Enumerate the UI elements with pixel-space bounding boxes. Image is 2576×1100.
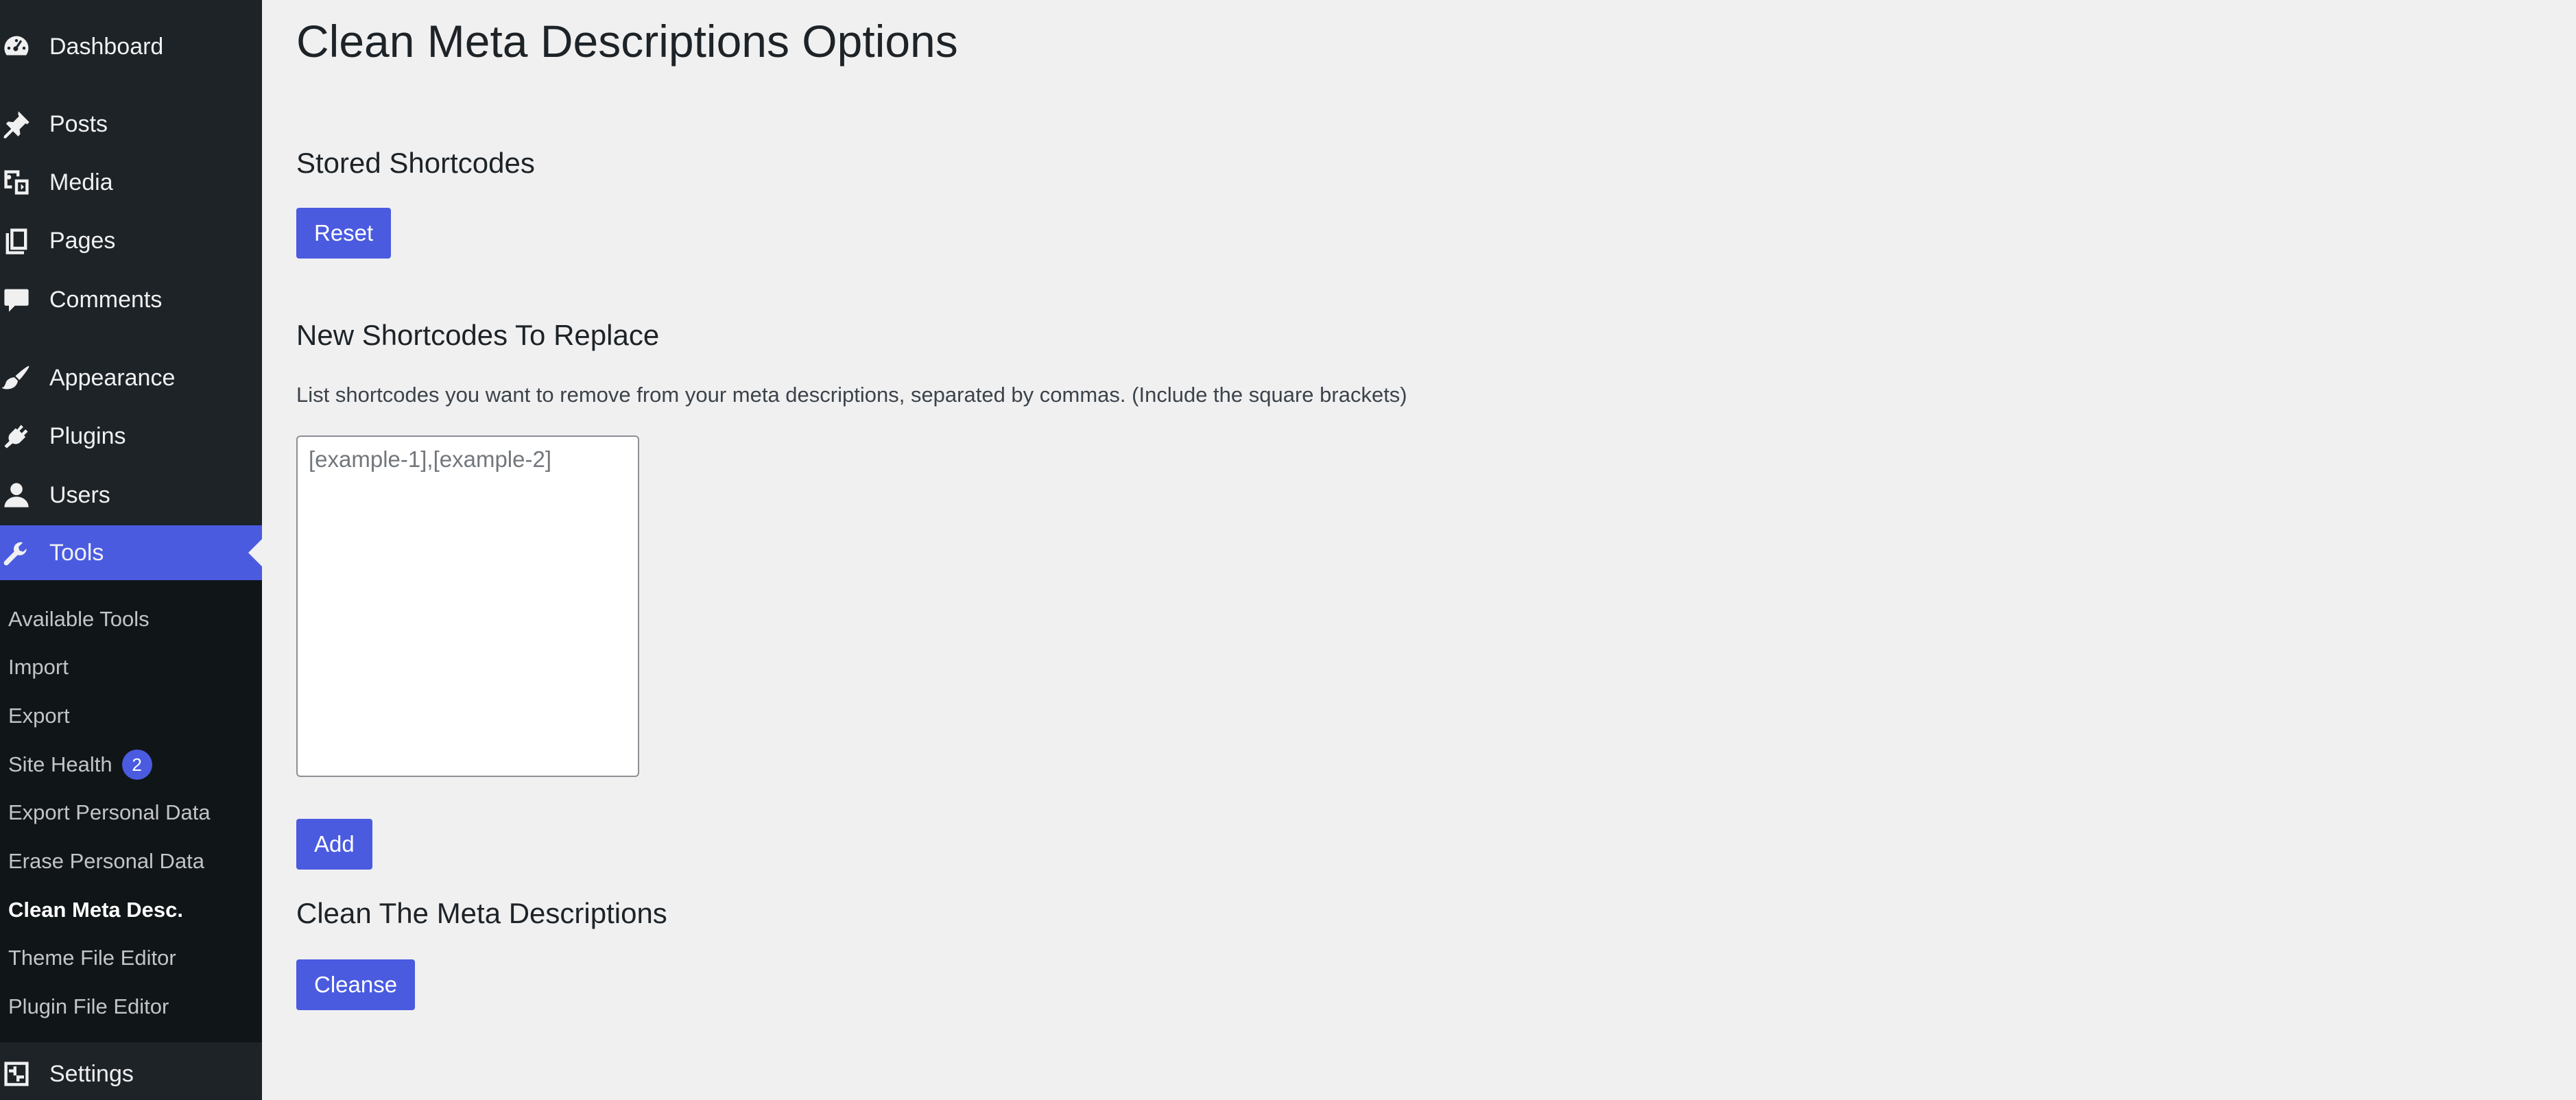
menu-item-pages[interactable]: Pages [0, 213, 262, 268]
menu-label-plugins: Plugins [49, 422, 126, 449]
submenu-item-clean-meta-desc[interactable]: Clean Meta Desc. [8, 893, 183, 927]
dashboard-icon [1, 32, 32, 62]
page-title: Clean Meta Descriptions Options [296, 16, 958, 67]
menu-label-comments: Comments [49, 286, 163, 313]
wrench-icon [1, 538, 32, 568]
main-content: Clean Meta Descriptions Options Stored S… [262, 0, 2576, 1100]
tools-submenu: Available Tools Import Export Site Healt… [0, 580, 262, 1042]
paintbrush-icon [1, 363, 32, 393]
reset-button[interactable]: Reset [296, 208, 392, 259]
site-health-count-badge: 2 [121, 750, 152, 780]
submenu-label-site-health: Site Health [8, 752, 112, 776]
submenu-item-plugin-file-editor[interactable]: Plugin File Editor [8, 990, 169, 1024]
admin-sidebar: Dashboard Posts Media Pages Comments App… [0, 0, 262, 1100]
add-button[interactable]: Add [296, 819, 372, 870]
menu-label-tools: Tools [49, 539, 104, 566]
comment-icon [1, 285, 32, 315]
cleanse-button[interactable]: Cleanse [296, 959, 416, 1010]
menu-item-dashboard[interactable]: Dashboard [0, 19, 262, 74]
menu-label-settings: Settings [49, 1060, 134, 1087]
submenu-item-available-tools[interactable]: Available Tools [8, 602, 150, 636]
menu-item-appearance[interactable]: Appearance [0, 350, 262, 405]
submenu-item-import[interactable]: Import [8, 650, 69, 684]
menu-item-plugins[interactable]: Plugins [0, 409, 262, 464]
menu-item-settings[interactable]: Settings [0, 1047, 262, 1100]
menu-item-comments[interactable]: Comments [0, 272, 262, 327]
menu-item-users[interactable]: Users [0, 468, 262, 523]
menu-item-posts[interactable]: Posts [0, 97, 262, 152]
menu-label-posts: Posts [49, 110, 108, 137]
clean-meta-heading: Clean The Meta Descriptions [296, 897, 667, 929]
stored-shortcodes-heading: Stored Shortcodes [296, 147, 535, 179]
menu-label-media: Media [49, 169, 113, 195]
menu-item-media[interactable]: Media [0, 155, 262, 210]
new-shortcodes-heading: New Shortcodes To Replace [296, 319, 660, 351]
app-window: Dashboard Posts Media Pages Comments App… [0, 0, 2576, 1100]
media-icon [1, 167, 32, 198]
submenu-item-export-personal-data[interactable]: Export Personal Data [8, 796, 211, 830]
submenu-item-site-health[interactable]: Site Health 2 [8, 748, 152, 782]
menu-label-users: Users [49, 481, 110, 508]
pages-icon [1, 226, 32, 256]
menu-label-dashboard: Dashboard [49, 33, 164, 60]
shortcodes-description: List shortcodes you want to remove from … [296, 383, 1407, 407]
plug-icon [1, 421, 32, 451]
submenu-item-export[interactable]: Export [8, 699, 70, 733]
pushpin-icon [1, 109, 32, 139]
menu-label-pages: Pages [49, 227, 116, 254]
active-menu-arrow [248, 539, 262, 566]
shortcodes-textarea[interactable] [296, 435, 639, 777]
menu-label-appearance: Appearance [49, 364, 176, 391]
menu-item-tools[interactable]: Tools [0, 525, 262, 580]
submenu-item-theme-file-editor[interactable]: Theme File Editor [8, 941, 176, 975]
settings-sliders-icon [1, 1059, 32, 1089]
user-icon [1, 480, 32, 510]
submenu-item-erase-personal-data[interactable]: Erase Personal Data [8, 844, 204, 878]
